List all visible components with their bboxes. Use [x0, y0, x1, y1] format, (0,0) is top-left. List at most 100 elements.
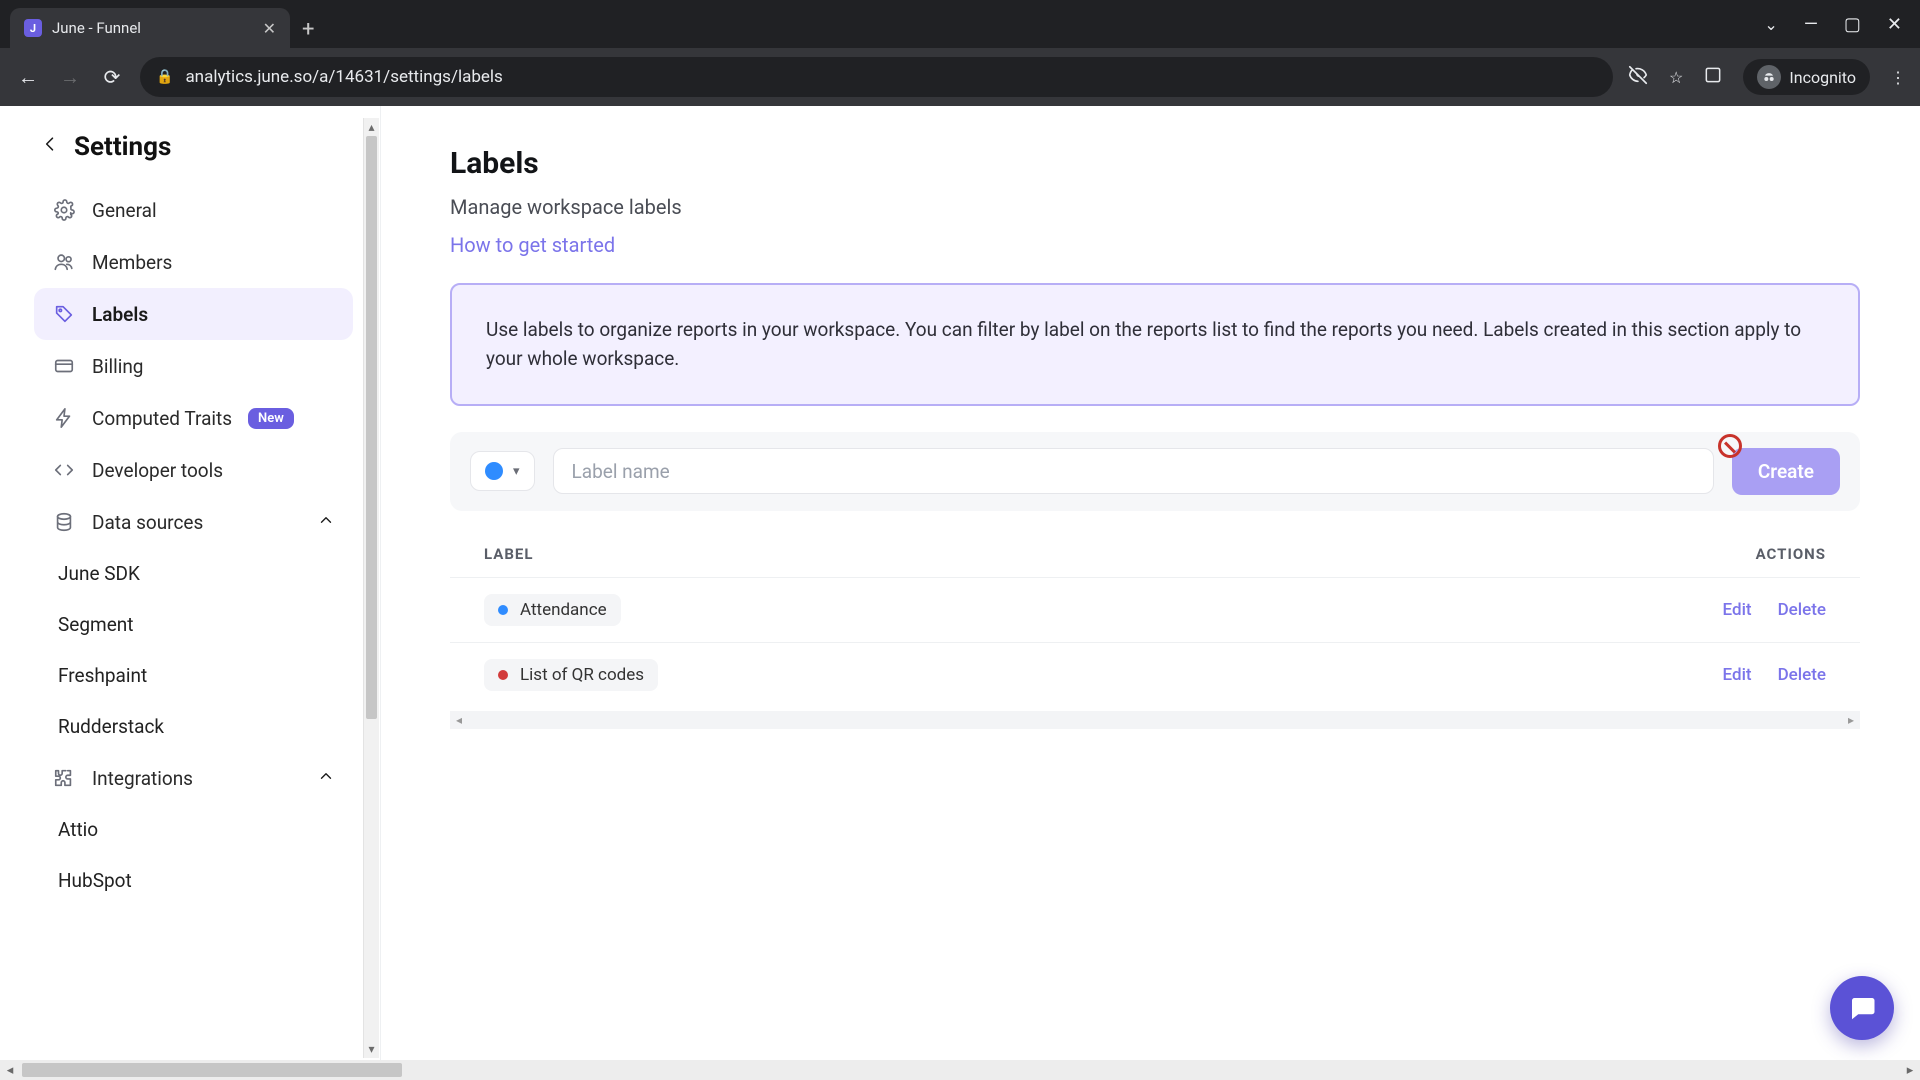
viewport-horizontal-scrollbar[interactable]: ◂ ▸	[0, 1060, 1920, 1080]
scroll-right-arrow-icon[interactable]: ▸	[1848, 713, 1854, 727]
url-text: analytics.june.so/a/14631/settings/label…	[185, 67, 502, 87]
sidebar-subitem-segment[interactable]: Segment	[40, 599, 377, 650]
close-window-icon[interactable]: ✕	[1887, 14, 1902, 35]
sidebar-subitem-freshpaint[interactable]: Freshpaint	[40, 650, 377, 701]
table-row: List of QR codes Edit Delete	[450, 642, 1860, 707]
lock-icon: 🔒	[156, 69, 173, 85]
address-bar[interactable]: 🔒 analytics.june.so/a/14631/settings/lab…	[140, 57, 1613, 97]
label-chip: List of QR codes	[484, 659, 658, 691]
tag-icon	[52, 302, 76, 326]
scroll-left-arrow-icon[interactable]: ◂	[456, 713, 462, 727]
settings-back-icon[interactable]	[40, 134, 60, 160]
sidebar-item-label: Members	[92, 251, 172, 274]
table-row: Attendance Edit Delete	[450, 577, 1860, 642]
sidebar-item-labels[interactable]: Labels	[34, 288, 353, 340]
blocked-cursor-icon	[1718, 434, 1742, 458]
sidebar-subitem-hubspot[interactable]: HubSpot	[40, 855, 377, 906]
how-to-link[interactable]: How to get started	[450, 233, 615, 257]
window-controls: ⌄ — ▢ ✕	[1764, 0, 1920, 48]
page-title: Labels	[450, 146, 1860, 181]
install-app-icon[interactable]	[1703, 65, 1723, 89]
settings-sidebar: Settings General Members	[0, 106, 380, 1080]
sidebar-item-label: Computed Traits	[92, 407, 232, 430]
label-dot-icon	[498, 605, 508, 615]
sidebar-item-integrations[interactable]: Integrations	[34, 752, 353, 804]
sidebar-scrollbar[interactable]: ▴ ▾	[363, 118, 379, 1058]
col-label-header: LABEL	[484, 545, 533, 563]
labels-table: LABEL ACTIONS Attendance Edit Delete Lis…	[450, 545, 1860, 729]
table-horizontal-scrollbar[interactable]: ◂ ▸	[450, 711, 1860, 729]
chevron-down-icon: ▾	[513, 464, 520, 479]
browser-chrome: J June - Funnel ✕ + ⌄ — ▢ ✕ ← → ⟳ 🔒 anal…	[0, 0, 1920, 106]
card-icon	[52, 354, 76, 378]
col-actions-header: ACTIONS	[1756, 545, 1826, 563]
label-name: List of QR codes	[520, 665, 644, 685]
label-dot-icon	[498, 670, 508, 680]
integrations-sublist: Attio HubSpot	[0, 804, 377, 906]
sidebar-item-label: Integrations	[92, 767, 193, 790]
content-area: Labels Manage workspace labels How to ge…	[380, 106, 1920, 1080]
delete-link[interactable]: Delete	[1778, 600, 1826, 620]
label-name: Attendance	[520, 600, 607, 620]
new-badge: New	[248, 408, 294, 429]
incognito-label: Incognito	[1789, 68, 1856, 87]
scroll-right-arrow-icon[interactable]: ▸	[1900, 1063, 1920, 1078]
scroll-up-arrow-icon[interactable]: ▴	[364, 118, 379, 136]
tab-favicon-icon: J	[24, 19, 42, 37]
sidebar-item-data-sources[interactable]: Data sources	[34, 496, 353, 548]
sidebar-item-developer-tools[interactable]: Developer tools	[34, 444, 353, 496]
sidebar-subitem-attio[interactable]: Attio	[40, 804, 377, 855]
minimize-window-icon[interactable]: —	[1804, 14, 1818, 35]
sidebar-subitem-rudderstack[interactable]: Rudderstack	[40, 701, 377, 752]
data-sources-sublist: June SDK Segment Freshpaint Rudderstack	[0, 548, 377, 752]
tab-strip: J June - Funnel ✕ + ⌄ — ▢ ✕	[0, 0, 1920, 48]
table-header: LABEL ACTIONS	[450, 545, 1860, 577]
create-button[interactable]: Create	[1732, 448, 1840, 495]
code-icon	[52, 458, 76, 482]
eye-off-icon[interactable]	[1627, 64, 1649, 90]
scrollbar-thumb[interactable]	[22, 1063, 402, 1077]
sidebar-item-computed-traits[interactable]: Computed Traits New	[34, 392, 353, 444]
puzzle-icon	[52, 766, 76, 790]
sidebar-divider	[380, 106, 381, 1080]
incognito-avatar-icon	[1757, 65, 1781, 89]
forward-button[interactable]: →	[56, 63, 84, 91]
app-viewport: Settings General Members	[0, 106, 1920, 1080]
page-subtitle: Manage workspace labels	[450, 195, 1860, 219]
info-banner: Use labels to organize reports in your w…	[450, 283, 1860, 406]
gear-icon	[52, 198, 76, 222]
scroll-left-arrow-icon[interactable]: ◂	[0, 1063, 20, 1078]
sidebar-item-label: General	[92, 199, 157, 222]
edit-link[interactable]: Edit	[1723, 600, 1752, 620]
edit-link[interactable]: Edit	[1723, 665, 1752, 685]
create-button-label: Create	[1758, 460, 1814, 483]
sidebar-item-billing[interactable]: Billing	[34, 340, 353, 392]
delete-link[interactable]: Delete	[1778, 665, 1826, 685]
chat-icon	[1847, 993, 1877, 1023]
scrollbar-thumb[interactable]	[366, 136, 377, 719]
sidebar-subitem-june-sdk[interactable]: June SDK	[40, 548, 377, 599]
scroll-down-arrow-icon[interactable]: ▾	[364, 1040, 379, 1058]
intercom-chat-button[interactable]	[1830, 976, 1894, 1040]
create-label-row: ▾ Create	[450, 432, 1860, 511]
bookmark-star-icon[interactable]: ☆	[1669, 68, 1683, 87]
chevron-up-icon	[317, 767, 335, 790]
browser-tab[interactable]: J June - Funnel ✕	[10, 8, 290, 48]
new-tab-button[interactable]: +	[290, 17, 326, 48]
maximize-window-icon[interactable]: ▢	[1844, 14, 1861, 35]
label-color-picker[interactable]: ▾	[470, 451, 535, 491]
label-chip: Attendance	[484, 594, 621, 626]
sidebar-item-members[interactable]: Members	[34, 236, 353, 288]
sidebar-item-label: Data sources	[92, 511, 203, 534]
chevron-up-icon	[317, 511, 335, 534]
sidebar-item-label: Developer tools	[92, 459, 223, 482]
color-swatch-icon	[485, 462, 503, 480]
close-tab-icon[interactable]: ✕	[263, 19, 276, 38]
sidebar-item-general[interactable]: General	[34, 184, 353, 236]
browser-menu-icon[interactable]: ⋮	[1890, 68, 1906, 87]
label-name-input[interactable]	[553, 448, 1714, 494]
reload-button[interactable]: ⟳	[98, 63, 126, 91]
tabs-dropdown-icon[interactable]: ⌄	[1764, 15, 1777, 34]
back-button[interactable]: ←	[14, 63, 42, 91]
incognito-chip[interactable]: Incognito	[1743, 59, 1870, 95]
